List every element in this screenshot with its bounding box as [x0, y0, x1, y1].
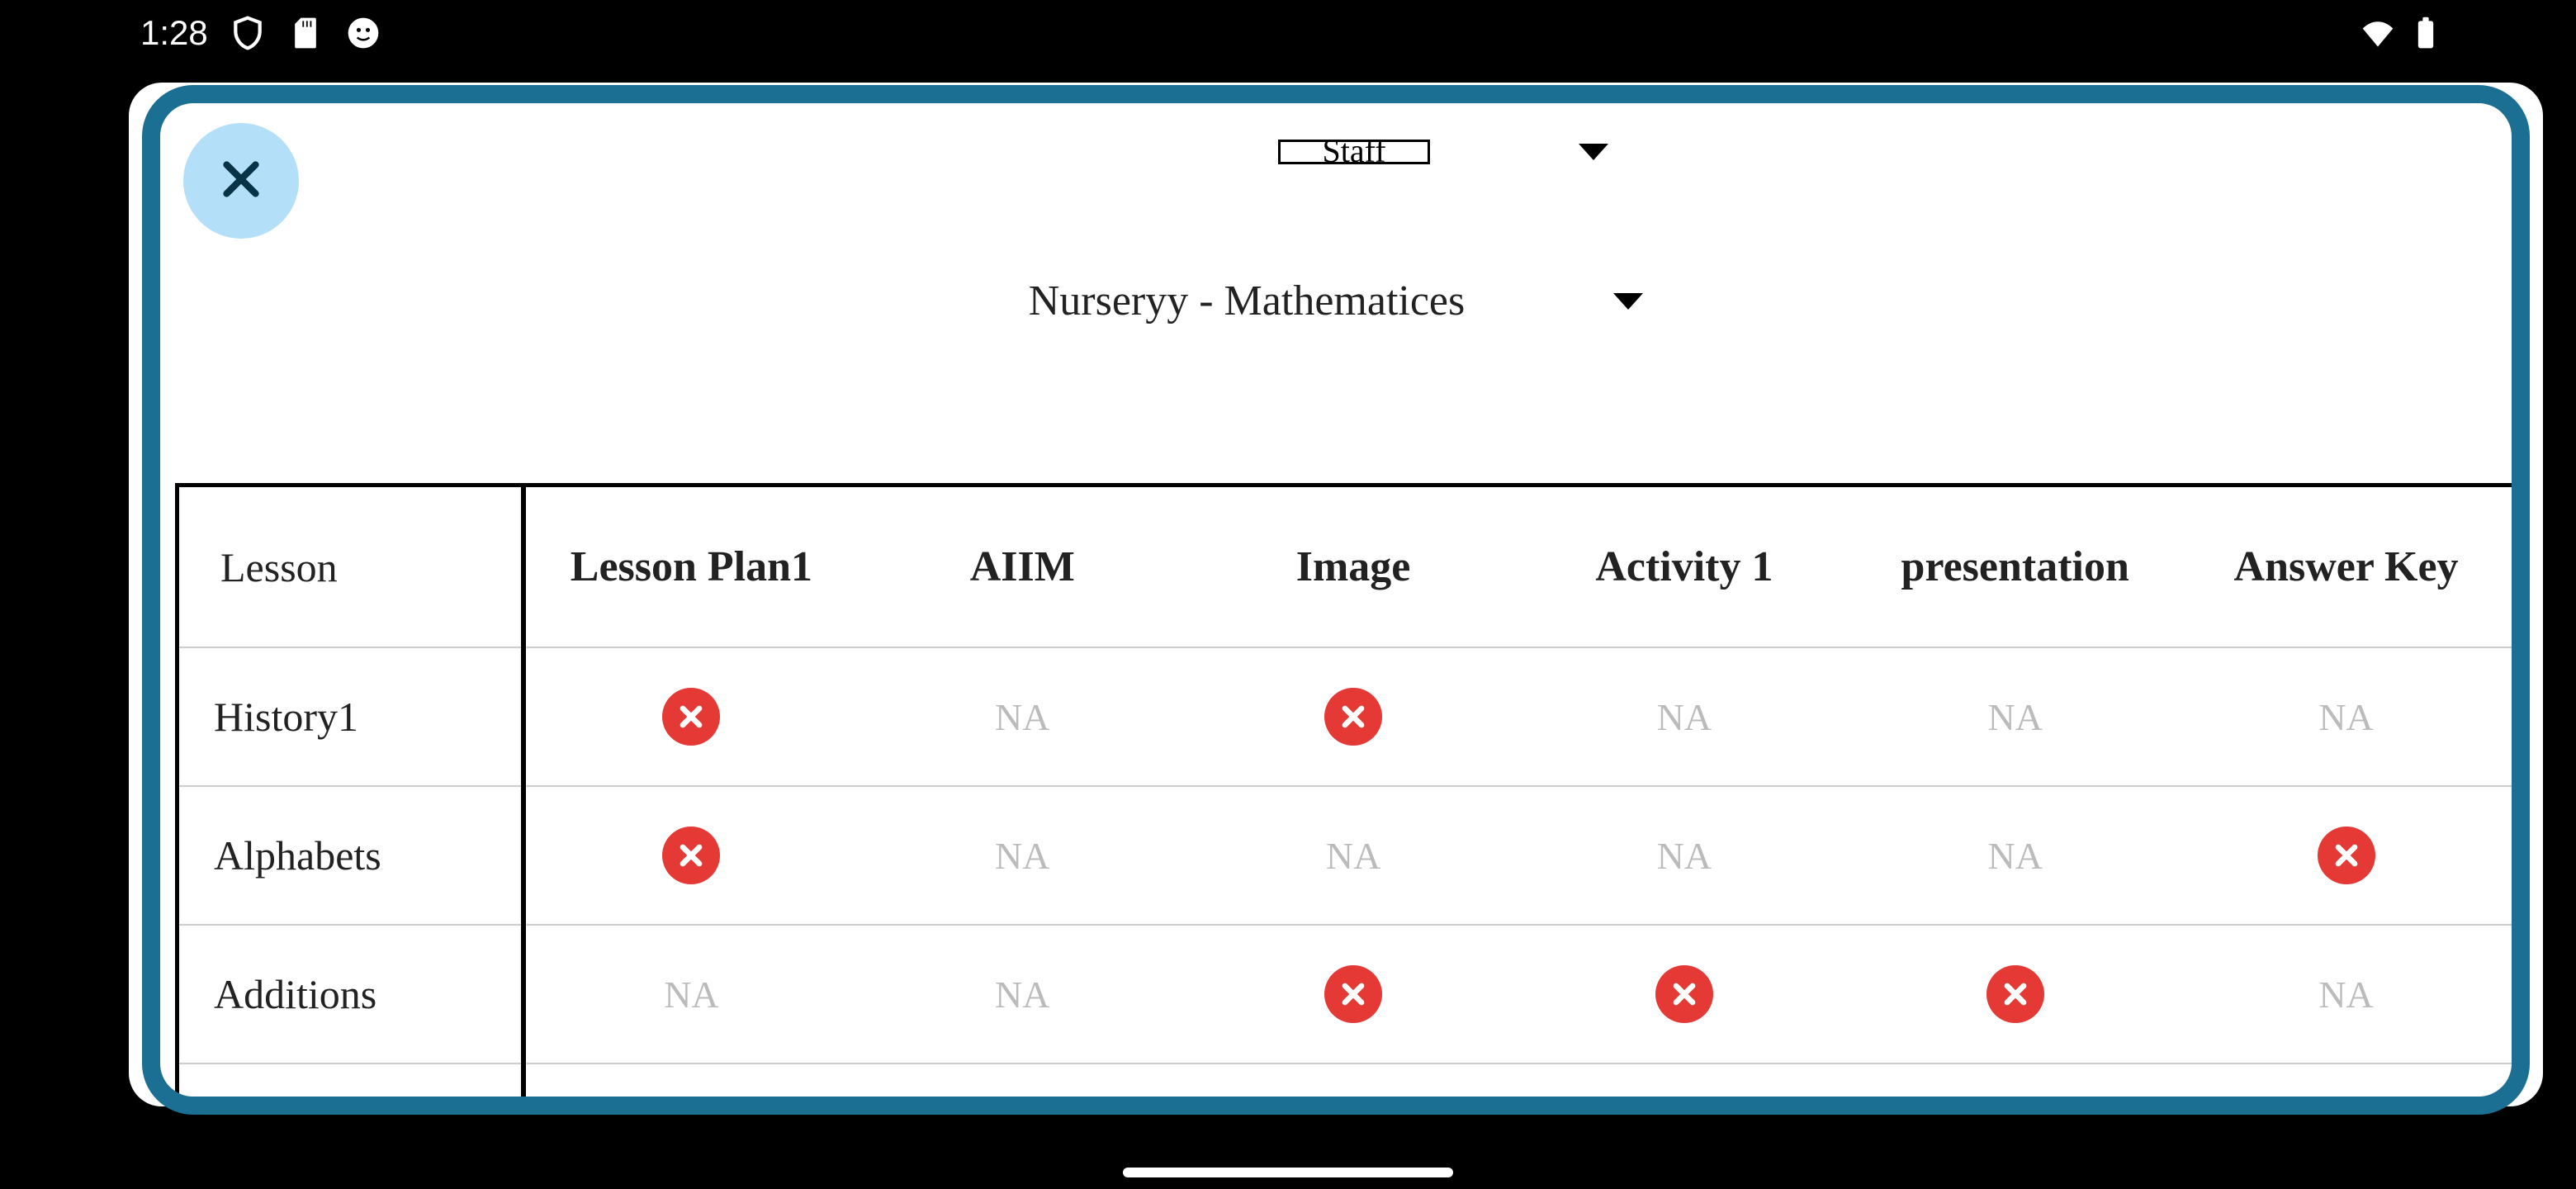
lesson-row-label: History1 — [179, 648, 521, 787]
column-header: presentation — [1849, 487, 2181, 648]
lesson-row-label: Additions — [179, 926, 521, 1064]
table-cell: NA — [526, 926, 857, 1064]
column-header: AIIM — [857, 487, 1188, 648]
table-cell[interactable] — [526, 787, 857, 926]
lesson-row-label: Alphabets — [179, 787, 521, 926]
face-icon — [345, 15, 381, 51]
class-subject-label: Nurseryy - Mathematices — [1029, 277, 1465, 325]
table-cell[interactable] — [1518, 926, 1849, 1064]
table-cell: NA — [857, 787, 1188, 926]
table-cell[interactable] — [2181, 787, 2512, 926]
x-badge-icon[interactable] — [1655, 965, 1713, 1023]
staff-dropdown[interactable]: Staff — [1278, 140, 1608, 164]
x-badge-icon[interactable] — [1324, 965, 1382, 1023]
table-cell: NA — [857, 648, 1188, 787]
lesson-table: Lesson History1AlphabetsAdditions Lesson… — [175, 483, 2512, 1097]
sd-card-icon — [287, 15, 324, 51]
class-subject-dropdown[interactable]: Nurseryy - Mathematices — [1029, 277, 1643, 325]
nav-handle[interactable] — [1123, 1168, 1453, 1177]
shield-icon — [230, 15, 266, 51]
table-cell[interactable] — [526, 648, 857, 787]
table-cell: NA — [2181, 926, 2512, 1064]
chevron-down-icon — [1613, 293, 1643, 310]
x-badge-icon[interactable] — [2318, 827, 2375, 884]
x-badge-icon[interactable] — [1986, 965, 2044, 1023]
table-cell[interactable] — [1188, 648, 1519, 787]
x-badge-icon[interactable] — [1324, 688, 1382, 746]
table-cell: NA — [2181, 648, 2512, 787]
x-badge-icon[interactable] — [662, 827, 720, 884]
table-cell: NA — [1188, 787, 1519, 926]
table-cell: NA — [1849, 648, 2181, 787]
table-cell: NA — [857, 926, 1188, 1064]
chevron-down-icon — [1579, 144, 1608, 160]
column-header: Activity 1 — [1518, 487, 1849, 648]
table-cell: NA — [1849, 787, 2181, 926]
x-badge-icon[interactable] — [662, 688, 720, 746]
table-cell[interactable] — [1849, 926, 2181, 1064]
dialog: Staff Nurseryy - Mathematices Lesson His… — [142, 85, 2530, 1115]
wifi-icon — [2360, 15, 2396, 51]
battery-icon — [2408, 15, 2444, 51]
staff-dropdown-label: Staff — [1278, 140, 1429, 164]
status-time: 1:28 — [140, 13, 208, 53]
status-bar: 1:28 — [0, 0, 2576, 66]
table-cell[interactable] — [1188, 926, 1519, 1064]
column-header: Answer Key — [2181, 487, 2512, 648]
table-cell: NA — [1518, 787, 1849, 926]
app-frame: Staff Nurseryy - Mathematices Lesson His… — [129, 83, 2543, 1106]
lesson-header: Lesson — [179, 487, 521, 648]
column-header: Lesson Plan1 — [526, 487, 857, 648]
column-header: Image — [1188, 487, 1519, 648]
table-cell: NA — [1518, 648, 1849, 787]
